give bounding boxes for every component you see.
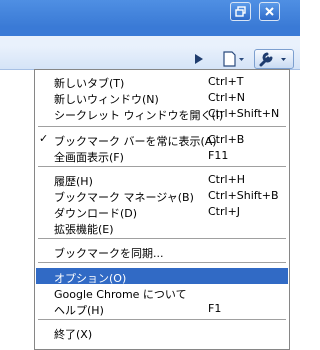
wrench-icon	[259, 52, 286, 67]
tab-strip	[0, 26, 300, 46]
menu-item-shortcut: Ctrl+H	[208, 173, 246, 186]
wrench-menu: 新しいタブ(T) Ctrl+T 新しいウィンドウ(N) Ctrl+N シークレッ…	[34, 69, 290, 350]
wrench-menu-button[interactable]	[254, 49, 294, 69]
page-icon	[223, 51, 244, 67]
checkmark-icon: ✓	[39, 132, 49, 145]
menu-item-incognito[interactable]: シークレット ウィンドウを開く(I) Ctrl+Shift+N	[36, 105, 288, 122]
menu-separator	[38, 238, 286, 239]
menu-item-label: 拡張機能(E)	[54, 223, 114, 236]
menu-item-label: ヘルプ(H)	[54, 304, 104, 317]
window-titlebar	[0, 0, 300, 26]
menu-separator	[38, 126, 286, 127]
menu-item-downloads[interactable]: ダウンロード(D) Ctrl+J	[36, 203, 288, 220]
menu-item-shortcut: Ctrl+Shift+B	[208, 189, 279, 202]
menu-item-exit[interactable]: 終了(X)	[36, 324, 288, 341]
menu-item-shortcut: Ctrl+J	[208, 205, 241, 218]
menu-separator	[38, 262, 286, 263]
close-icon	[265, 7, 274, 16]
go-button[interactable]	[190, 49, 208, 69]
menu-item-history[interactable]: 履歴(H) Ctrl+H	[36, 171, 288, 188]
page-menu-button[interactable]	[220, 49, 248, 69]
menu-item-shortcut: Ctrl+N	[208, 91, 246, 104]
restore-icon	[235, 6, 246, 17]
menu-item-shortcut: F1	[208, 302, 222, 315]
menu-item-new-tab[interactable]: 新しいタブ(T) Ctrl+T	[36, 73, 288, 90]
menu-item-options[interactable]: オプション(O)	[36, 268, 288, 285]
menu-item-shortcut: Ctrl+B	[208, 133, 245, 146]
menu-item-new-window[interactable]: 新しいウィンドウ(N) Ctrl+N	[36, 89, 288, 106]
menu-separator	[38, 319, 286, 320]
menu-item-bookmark-bar[interactable]: ✓ ブックマーク バーを常に表示(A) Ctrl+B	[36, 131, 288, 148]
menu-item-sync[interactable]: ブックマークを同期...	[36, 243, 288, 260]
menu-separator	[38, 166, 286, 167]
play-icon	[195, 54, 203, 64]
menu-item-help[interactable]: ヘルプ(H) F1	[36, 300, 288, 317]
menu-item-shortcut: F11	[208, 149, 229, 162]
close-button[interactable]	[259, 2, 280, 21]
menu-item-label: ブックマークを同期...	[54, 247, 164, 260]
menu-item-label: シークレット ウィンドウを開く(I)	[54, 109, 224, 122]
menu-item-label: 終了(X)	[54, 328, 93, 341]
restore-button[interactable]	[230, 2, 251, 21]
menu-item-shortcut: Ctrl+Shift+N	[208, 107, 280, 120]
menu-item-extensions[interactable]: 拡張機能(E)	[36, 219, 288, 236]
menu-item-about[interactable]: Google Chrome について	[36, 284, 288, 301]
menu-item-bookmark-manager[interactable]: ブックマーク マネージャ(B) Ctrl+Shift+B	[36, 187, 288, 204]
menu-item-shortcut: Ctrl+T	[208, 75, 244, 88]
menu-item-fullscreen[interactable]: 全画面表示(F) F11	[36, 147, 288, 164]
menu-item-label: 全画面表示(F)	[54, 151, 124, 164]
